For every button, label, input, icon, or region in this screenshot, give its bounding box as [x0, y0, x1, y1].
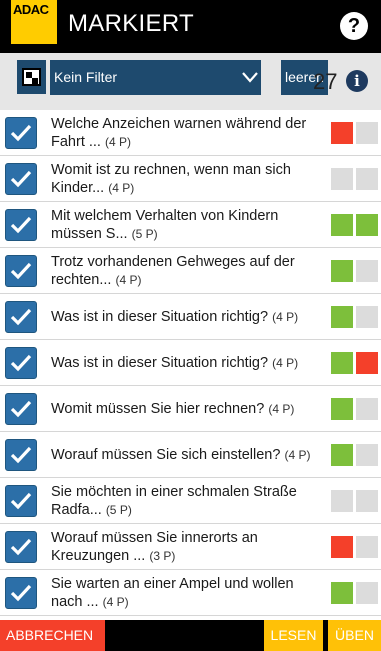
status-second-attempt — [356, 306, 378, 328]
question-text: Trotz vorhandenen Gehweges auf der rechte… — [51, 254, 295, 288]
list-item[interactable]: Was ist in dieser Situation richtig? (4 … — [0, 295, 381, 340]
question-text: Womit ist zu rechnen, wenn man sich Kinde… — [51, 162, 291, 196]
question-points: (4 P) — [284, 448, 311, 462]
question-text: Worauf müssen Sie innerorts an Kreuzungen… — [51, 530, 258, 564]
status-first-attempt — [331, 306, 353, 328]
checkerboard-icon — [22, 68, 41, 86]
checkmark-icon — [10, 170, 32, 188]
list-item[interactable]: Worauf müssen Sie innerorts an Kreuzungen… — [0, 525, 381, 570]
select-all-button[interactable] — [17, 60, 46, 94]
logo-text: ADAC — [13, 2, 49, 17]
list-item[interactable]: Womit ist zu rechnen, wenn man sich Kinde… — [0, 157, 381, 202]
adac-logo: ADAC — [11, 0, 57, 44]
filter-dropdown[interactable]: Kein Filter — [50, 60, 261, 95]
checkmark-icon — [10, 400, 32, 418]
checkmark-icon — [10, 262, 32, 280]
checkbox[interactable] — [5, 439, 37, 471]
checkbox[interactable] — [5, 393, 37, 425]
status-second-attempt — [356, 582, 378, 604]
status-first-attempt — [331, 168, 353, 190]
action-bar: ABBRECHEN LESEN ÜBEN — [0, 620, 381, 651]
list-item[interactable]: Welche Anzeichen warnen während der Fahrt… — [0, 111, 381, 156]
question-text: Mit welchem Verhalten von Kindern müssen … — [51, 208, 279, 242]
read-button[interactable]: LESEN — [264, 620, 323, 651]
list-item[interactable]: Womit müssen Sie hier rechnen? (4 P) — [0, 387, 381, 432]
list-item[interactable]: Was ist in dieser Situation richtig? (4 … — [0, 341, 381, 386]
status-first-attempt — [331, 214, 353, 236]
checkmark-icon — [10, 354, 32, 372]
checkbox[interactable] — [5, 301, 37, 333]
app-header: ADAC MARKIERT ? — [0, 0, 381, 53]
status-second-attempt — [356, 122, 378, 144]
info-icon[interactable]: i — [346, 70, 368, 92]
question-points: (5 P) — [131, 227, 158, 241]
question-text: Worauf müssen Sie sich einstellen? (4 P) — [51, 447, 311, 463]
status-first-attempt — [331, 122, 353, 144]
status-first-attempt — [331, 260, 353, 282]
checkbox[interactable] — [5, 117, 37, 149]
question-text: Womit müssen Sie hier rechnen? (4 P) — [51, 401, 295, 417]
checkbox[interactable] — [5, 577, 37, 609]
question-points: (4 P) — [115, 273, 142, 287]
status-first-attempt — [331, 444, 353, 466]
list-item[interactable]: Sie warten an einer Ampel und wollen nach… — [0, 571, 381, 616]
status-second-attempt — [356, 260, 378, 282]
status-second-attempt — [356, 352, 378, 374]
checkbox[interactable] — [5, 209, 37, 241]
list-item[interactable]: Worauf müssen Sie sich einstellen? (4 P) — [0, 433, 381, 478]
question-points: (5 P) — [105, 503, 132, 517]
checkmark-icon — [10, 124, 32, 142]
question-points: (3 P) — [149, 549, 176, 563]
checkmark-icon — [10, 308, 32, 326]
question-text: Was ist in dieser Situation richtig? (4 … — [51, 355, 299, 371]
question-points: (4 P) — [105, 135, 132, 149]
chevron-down-icon — [242, 72, 258, 83]
checkbox[interactable] — [5, 347, 37, 379]
status-second-attempt — [356, 214, 378, 236]
question-text: Sie möchten in einer schmalen Straße Radf… — [51, 484, 297, 518]
status-first-attempt — [331, 536, 353, 558]
question-text: Welche Anzeichen warnen während der Fahrt… — [51, 116, 307, 150]
page-title: MARKIERT — [68, 10, 194, 37]
status-second-attempt — [356, 168, 378, 190]
status-second-attempt — [356, 398, 378, 420]
status-first-attempt — [331, 582, 353, 604]
question-points: (4 P) — [268, 402, 295, 416]
question-points: (4 P) — [272, 356, 299, 370]
filter-toolbar: Kein Filter leeren 27 i — [0, 53, 381, 110]
checkbox[interactable] — [5, 163, 37, 195]
filter-label: Kein Filter — [54, 69, 118, 85]
question-points: (4 P) — [108, 181, 135, 195]
checkmark-icon — [10, 216, 32, 234]
list-item[interactable]: Trotz vorhandenen Gehweges auf der rechte… — [0, 249, 381, 294]
checkmark-icon — [10, 584, 32, 602]
cancel-button[interactable]: ABBRECHEN — [0, 620, 105, 651]
checkmark-icon — [10, 446, 32, 464]
list-item[interactable]: Sie möchten in einer schmalen Straße Radf… — [0, 479, 381, 524]
checkbox[interactable] — [5, 531, 37, 563]
help-icon[interactable]: ? — [340, 12, 368, 40]
practice-button[interactable]: ÜBEN — [328, 620, 381, 651]
status-first-attempt — [331, 352, 353, 374]
question-points: (4 P) — [102, 595, 129, 609]
status-second-attempt — [356, 490, 378, 512]
checkmark-icon — [10, 538, 32, 556]
question-text: Was ist in dieser Situation richtig? (4 … — [51, 309, 299, 325]
question-list: Welche Anzeichen warnen während der Fahrt… — [0, 111, 381, 620]
status-second-attempt — [356, 444, 378, 466]
checkmark-icon — [10, 492, 32, 510]
question-text: Sie warten an einer Ampel und wollen nach… — [51, 576, 294, 610]
status-first-attempt — [331, 398, 353, 420]
checkbox[interactable] — [5, 255, 37, 287]
list-item[interactable]: Mit welchem Verhalten von Kindern müssen … — [0, 203, 381, 248]
checkbox[interactable] — [5, 485, 37, 517]
status-first-attempt — [331, 490, 353, 512]
status-second-attempt — [356, 536, 378, 558]
marked-count: 27 — [313, 69, 338, 94]
question-points: (4 P) — [272, 310, 299, 324]
